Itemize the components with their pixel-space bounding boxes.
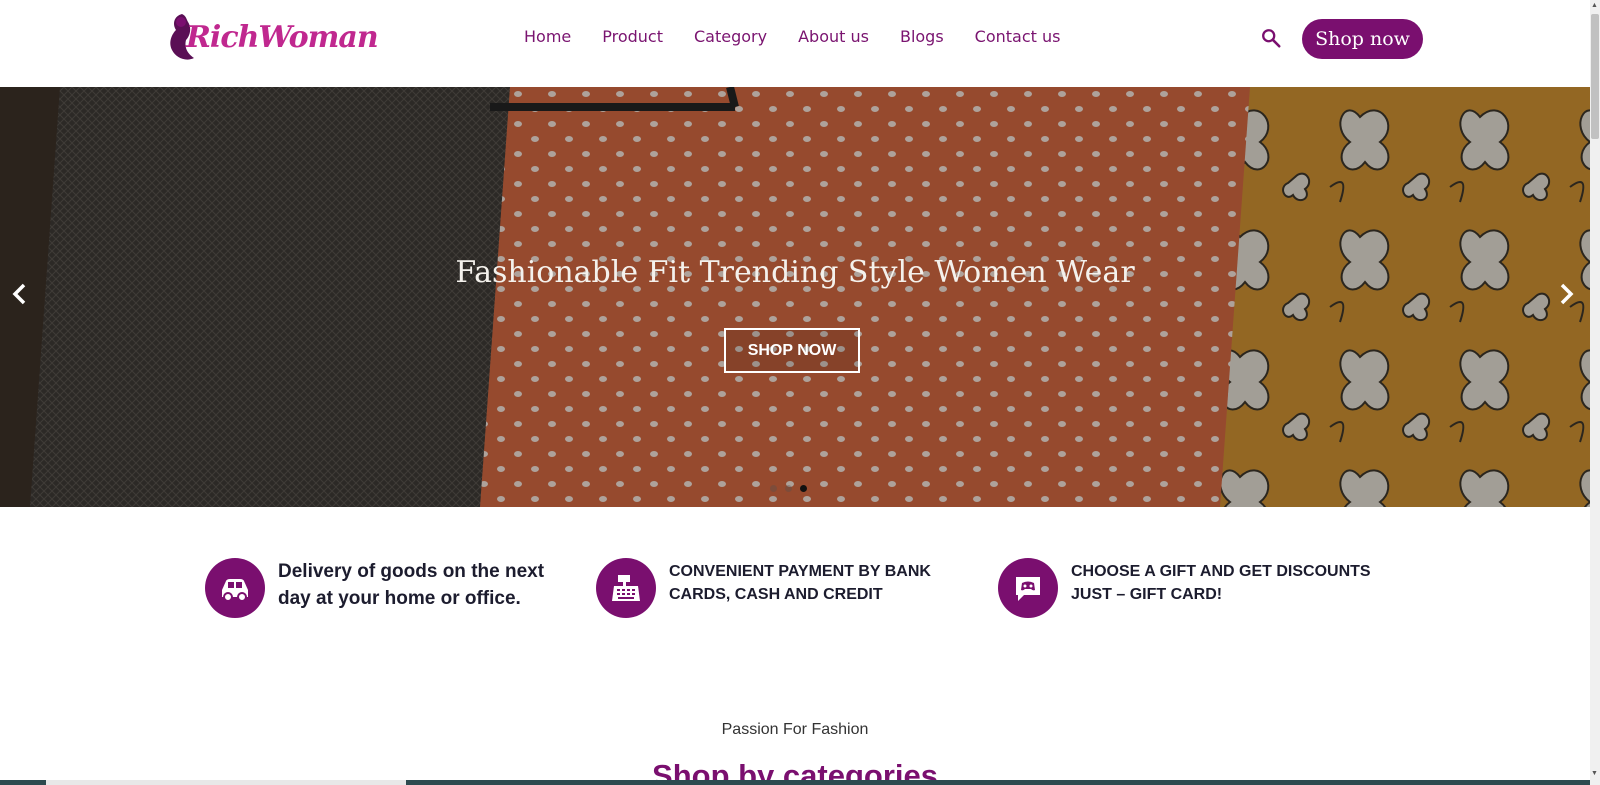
scroll-up-arrow-icon[interactable]: ▲ xyxy=(1591,2,1598,9)
logo[interactable]: RichWoman xyxy=(164,10,379,68)
main-nav: Home Product Category About us Blogs Con… xyxy=(524,27,1091,46)
nav-home[interactable]: Home xyxy=(524,27,571,46)
slider-dot-3[interactable] xyxy=(800,485,807,492)
hero-slider: Fashionable Fit Trending Style Women Wea… xyxy=(0,87,1590,507)
section-tagline: Passion For Fashion xyxy=(721,721,869,738)
slider-dot-2[interactable] xyxy=(785,485,792,492)
feature-delivery-text: Delivery of goods on the next day at you… xyxy=(278,561,545,609)
feature-gift-text: CHOOSE A GIFT AND GET DISCOUNTS JUST – G… xyxy=(1071,563,1371,603)
cash-register-icon xyxy=(596,558,656,618)
nav-category[interactable]: Category xyxy=(694,27,767,46)
gift-chat-icon xyxy=(998,558,1058,618)
car-icon xyxy=(205,558,265,618)
hero-title: Fashionable Fit Trending Style Women Wea… xyxy=(455,255,1135,290)
shop-now-button[interactable]: Shop now xyxy=(1302,19,1423,59)
feature-payment-text: CONVENIENT PAYMENT BY BANK CARDS, CASH A… xyxy=(669,563,931,603)
nav-blogs[interactable]: Blogs xyxy=(900,27,944,46)
nav-about-us[interactable]: About us xyxy=(798,27,869,46)
bottom-bar-segment xyxy=(46,780,406,785)
feature-delivery: Delivery of goods on the next day at you… xyxy=(205,558,578,618)
scrollbar-thumb[interactable] xyxy=(1591,14,1599,139)
scroll-down-arrow-icon[interactable]: ▼ xyxy=(1591,770,1598,777)
logo-text: RichWoman xyxy=(186,20,379,55)
nav-contact-us[interactable]: Contact us xyxy=(975,27,1061,46)
nav-product[interactable]: Product xyxy=(602,27,663,46)
hero-shop-now-button[interactable]: SHOP NOW xyxy=(724,328,860,373)
slider-dot-1[interactable] xyxy=(770,485,777,492)
slider-dots xyxy=(770,485,807,492)
site-header: RichWoman Home Product Category About us… xyxy=(0,0,1590,87)
feature-payment: CONVENIENT PAYMENT BY BANK CARDS, CASH A… xyxy=(596,558,959,618)
feature-gift: CHOOSE A GIFT AND GET DISCOUNTS JUST – G… xyxy=(998,558,1391,618)
search-icon[interactable] xyxy=(1260,27,1282,49)
